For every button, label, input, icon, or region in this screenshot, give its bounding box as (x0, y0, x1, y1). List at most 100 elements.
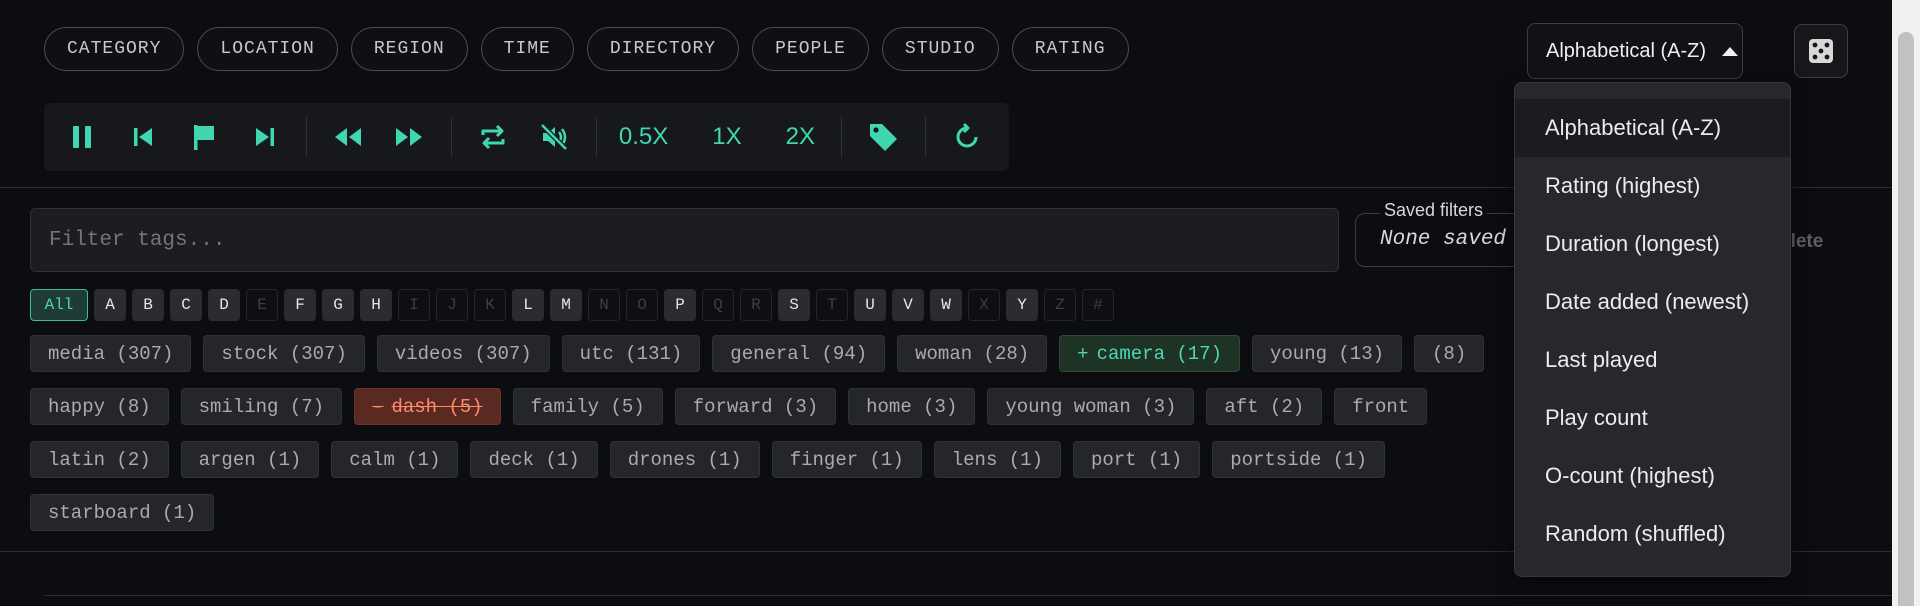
tag-chip[interactable]: young (13) (1251, 335, 1403, 372)
letter-filter-f[interactable]: F (284, 289, 316, 321)
tag-chip[interactable]: happy (8) (30, 388, 169, 425)
tag-chip[interactable]: utc (131) (561, 335, 701, 372)
pause-icon (72, 126, 91, 148)
letter-filter-a[interactable]: A (94, 289, 126, 321)
page-scrollbar[interactable] (1892, 0, 1920, 606)
sort-option[interactable]: O-count (highest) (1515, 447, 1790, 505)
tag-chip[interactable]: deck (1) (470, 441, 598, 478)
tag-chip-label: camera (17) (1096, 342, 1222, 365)
letter-filter-y[interactable]: Y (1006, 289, 1038, 321)
tag-chip-label: young (13) (1269, 342, 1385, 365)
letter-filter-h[interactable]: H (360, 289, 392, 321)
tag-chip-label: drones (1) (627, 448, 742, 471)
tag-chip[interactable]: aft (2) (1206, 388, 1323, 425)
tag-chip[interactable]: portside (1) (1212, 441, 1386, 478)
tag-chip[interactable]: port (1) (1072, 441, 1201, 478)
tag-chip[interactable]: general (94) (712, 335, 886, 372)
letter-filter-k: K (474, 289, 506, 321)
skip-forward-button[interactable] (245, 117, 284, 157)
tag-chip[interactable]: lens (1) (933, 441, 1061, 478)
tag-chip-label: portside (1) (1230, 448, 1368, 471)
letter-filter-m[interactable]: M (550, 289, 582, 321)
rewind-button[interactable] (329, 117, 368, 157)
tag-chip[interactable]: finger (1) (771, 441, 922, 478)
sort-option[interactable]: Last played (1515, 331, 1790, 389)
letter-filter-v[interactable]: V (892, 289, 924, 321)
sort-option[interactable]: Play count (1515, 389, 1790, 447)
filter-tags-input[interactable] (30, 208, 1339, 272)
letter-filter-t: T (816, 289, 848, 321)
saved-filters-label: Saved filters (1380, 200, 1488, 221)
category-pill-people[interactable]: PEOPLE (752, 27, 869, 71)
skip-back-button[interactable] (123, 117, 162, 157)
tag-chip-label: woman (28) (915, 342, 1030, 365)
letter-filter-p[interactable]: P (664, 289, 696, 321)
scrollbar-thumb[interactable] (1898, 32, 1914, 606)
tag-icon (870, 124, 898, 151)
sort-option[interactable]: Random (shuffled) (1515, 505, 1790, 563)
tag-chip[interactable]: videos (307) (376, 335, 550, 372)
tag-chip[interactable]: - dash (5) (354, 388, 501, 425)
sort-option[interactable]: Alphabetical (A-Z) (1515, 99, 1790, 157)
minus-icon: - (372, 395, 384, 418)
repeat-button[interactable] (474, 117, 513, 157)
tag-button[interactable] (864, 117, 903, 157)
divider (924, 117, 926, 157)
tag-chip[interactable]: argen (1) (180, 441, 320, 478)
tag-chip[interactable]: media (307) (30, 335, 192, 372)
tag-chip[interactable]: home (3) (848, 388, 976, 425)
letter-filter-w[interactable]: W (930, 289, 962, 321)
tag-chip[interactable]: drones (1) (609, 441, 760, 478)
tag-chip[interactable]: latin (2) (30, 441, 169, 478)
speed-half-button[interactable]: 0.5X (619, 123, 668, 151)
sort-option[interactable]: Duration (longest) (1515, 215, 1790, 273)
sort-option[interactable]: Date added (newest) (1515, 273, 1790, 331)
mute-button[interactable] (535, 117, 574, 157)
divider (841, 117, 842, 157)
tag-chip-label: forward (3) (692, 395, 819, 418)
tag-chip-label: (8) (1432, 342, 1467, 365)
tag-chip[interactable]: woman (28) (897, 335, 1048, 372)
tag-chip[interactable]: front (1334, 388, 1428, 425)
sort-option[interactable]: Rating (highest) (1515, 157, 1790, 215)
letter-filter-s[interactable]: S (778, 289, 810, 321)
letter-filter-u[interactable]: U (854, 289, 886, 321)
letter-filter-all[interactable]: All (30, 289, 88, 321)
category-pill-category[interactable]: CATEGORY (44, 27, 185, 71)
letter-filter-b[interactable]: B (132, 289, 164, 321)
tag-chip[interactable]: + camera (17) (1059, 335, 1240, 372)
tag-chip[interactable]: smiling (7) (180, 388, 343, 425)
letter-filter-c[interactable]: C (170, 289, 202, 321)
refresh-button[interactable] (948, 117, 987, 157)
flag-button[interactable] (184, 117, 223, 157)
letter-filter-d[interactable]: D (208, 289, 240, 321)
category-pill-region[interactable]: REGION (350, 27, 468, 71)
tag-chip-label: young woman (3) (1005, 395, 1177, 418)
letter-filter-g[interactable]: G (322, 289, 354, 321)
tag-chip-label: front (1352, 395, 1410, 418)
flag-icon (193, 125, 214, 150)
tag-chip[interactable]: starboard (1) (30, 494, 215, 531)
tag-row: latin (2) argen (1) calm (1) deck (1) drones… (30, 441, 1386, 478)
tag-chip[interactable]: family (5) (512, 388, 663, 425)
speed-1x-button[interactable]: 1X (712, 123, 741, 151)
shuffle-dice-button[interactable] (1794, 24, 1848, 78)
speed-2x-button[interactable]: 2X (786, 123, 815, 151)
fast-forward-button[interactable] (390, 117, 429, 157)
category-pill-rating[interactable]: RATING (1011, 27, 1129, 71)
tag-chip[interactable]: (8) (1414, 335, 1485, 372)
sort-dropdown-button[interactable]: Alphabetical (A-Z) (1527, 23, 1743, 79)
category-pill-location[interactable]: LOCATION (197, 27, 338, 71)
category-pill-directory[interactable]: DIRECTORY (586, 27, 740, 71)
tag-chip-label: stock (307) (221, 342, 347, 365)
tag-chip[interactable]: forward (3) (674, 388, 837, 425)
category-pill-studio[interactable]: STUDIO (881, 27, 999, 71)
tag-chip[interactable]: young woman (3) (987, 388, 1195, 425)
letter-filter-l[interactable]: L (512, 289, 544, 321)
tag-chip[interactable]: calm (1) (331, 441, 459, 478)
category-pill-time[interactable]: TIME (480, 27, 574, 71)
tag-chip-label: calm (1) (349, 448, 441, 471)
divider (595, 117, 597, 157)
pause-button[interactable] (62, 117, 101, 157)
tag-chip[interactable]: stock (307) (203, 335, 365, 372)
